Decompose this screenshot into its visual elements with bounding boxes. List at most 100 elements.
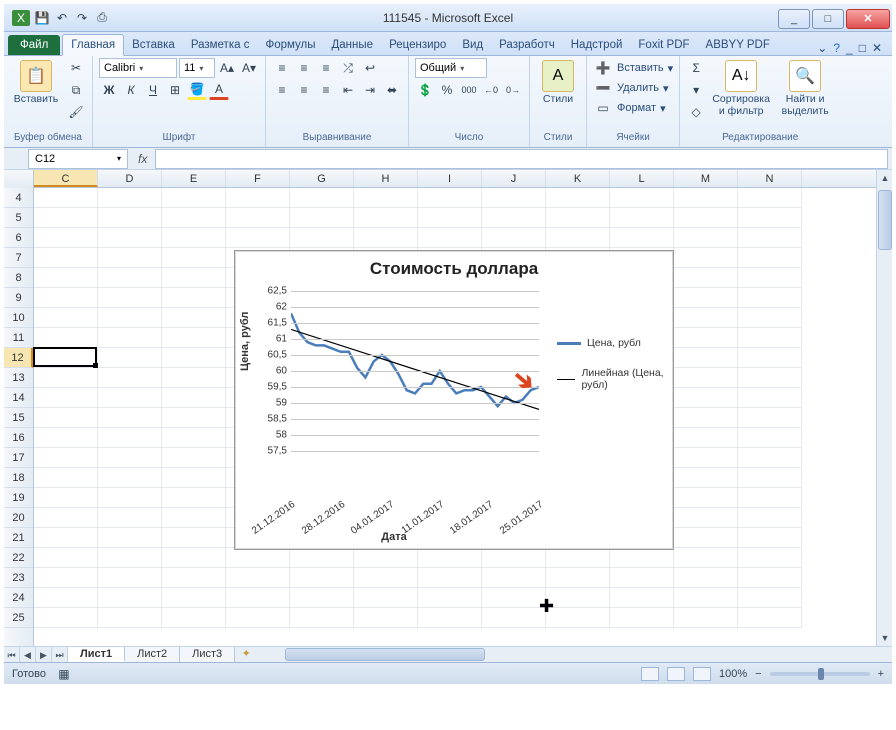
tab-file[interactable]: Файл — [8, 35, 60, 55]
horizontal-scrollbar[interactable] — [265, 647, 892, 662]
tab-home[interactable]: Главная — [62, 34, 124, 56]
border-icon[interactable]: ⊞ — [165, 80, 185, 100]
format-painter-icon[interactable]: 🖌 — [66, 102, 86, 122]
find-select-button[interactable]: 🔍 Найти и выделить — [776, 58, 834, 117]
col-header-H[interactable]: H — [354, 170, 418, 187]
name-box[interactable]: C12▾ — [28, 149, 128, 169]
row-header-15[interactable]: 15 — [4, 408, 33, 428]
tab-addins[interactable]: Надстрой — [563, 35, 631, 55]
col-header-J[interactable]: J — [482, 170, 546, 187]
tab-data[interactable]: Данные — [324, 35, 382, 55]
undo-icon[interactable]: ↶ — [54, 10, 70, 26]
autosum-icon[interactable]: Σ — [686, 58, 706, 78]
print-icon[interactable]: ⎙ — [94, 10, 110, 26]
doc-min-icon[interactable]: _ — [846, 41, 853, 55]
format-cells-button[interactable]: ▭Формат ▾ — [593, 98, 666, 118]
zoom-slider[interactable] — [770, 672, 870, 676]
zoom-in-button[interactable]: + — [878, 668, 884, 680]
underline-button[interactable]: Ч — [143, 80, 163, 100]
col-header-L[interactable]: L — [610, 170, 674, 187]
align-bottom-icon[interactable]: ≡ — [316, 58, 336, 78]
tab-insert[interactable]: Вставка — [124, 35, 183, 55]
insert-cells-button[interactable]: ➕Вставить ▾ — [593, 58, 673, 78]
tab-layout[interactable]: Разметка с — [183, 35, 258, 55]
row-header-21[interactable]: 21 — [4, 528, 33, 548]
indent-inc-icon[interactable]: ⇥ — [360, 80, 380, 100]
row-header-16[interactable]: 16 — [4, 428, 33, 448]
view-normal-icon[interactable] — [641, 667, 659, 681]
comma-icon[interactable]: 000 — [459, 80, 479, 100]
row-header-10[interactable]: 10 — [4, 308, 33, 328]
view-layout-icon[interactable] — [667, 667, 685, 681]
row-header-6[interactable]: 6 — [4, 228, 33, 248]
fill-color-icon[interactable]: 🪣 — [187, 80, 207, 100]
row-header-18[interactable]: 18 — [4, 468, 33, 488]
row-header-23[interactable]: 23 — [4, 568, 33, 588]
row-header-5[interactable]: 5 — [4, 208, 33, 228]
row-header-12[interactable]: 12 — [4, 348, 33, 368]
doc-close-icon[interactable]: ✕ — [872, 41, 882, 55]
merge-icon[interactable]: ⬌ — [382, 80, 402, 100]
tab-developer[interactable]: Разработч — [491, 35, 563, 55]
sheet-tab-2[interactable]: Лист2 — [125, 647, 180, 662]
minimize-ribbon-icon[interactable]: ⌄ — [817, 41, 827, 55]
col-header-N[interactable]: N — [738, 170, 802, 187]
row-header-14[interactable]: 14 — [4, 388, 33, 408]
row-header-20[interactable]: 20 — [4, 508, 33, 528]
grow-font-icon[interactable]: A▴ — [217, 58, 237, 78]
font-size-combo[interactable]: 11▾ — [179, 58, 215, 78]
col-header-F[interactable]: F — [226, 170, 290, 187]
tab-review[interactable]: Рецензиро — [381, 35, 454, 55]
row-header-9[interactable]: 9 — [4, 288, 33, 308]
cut-icon[interactable]: ✂ — [66, 58, 86, 78]
clear-icon[interactable]: ◇ — [686, 102, 706, 122]
col-header-E[interactable]: E — [162, 170, 226, 187]
font-name-combo[interactable]: Calibri▾ — [99, 58, 177, 78]
redo-icon[interactable]: ↷ — [74, 10, 90, 26]
decimal-dec-icon[interactable]: 0→ — [503, 80, 523, 100]
doc-max-icon[interactable]: □ — [859, 41, 866, 55]
scroll-down-icon[interactable]: ▼ — [878, 630, 892, 646]
row-header-13[interactable]: 13 — [4, 368, 33, 388]
tab-nav-last-icon[interactable]: ⏭ — [52, 647, 68, 662]
row-header-8[interactable]: 8 — [4, 268, 33, 288]
row-header-22[interactable]: 22 — [4, 548, 33, 568]
tab-foxit[interactable]: Foxit PDF — [630, 35, 697, 55]
vertical-scrollbar[interactable]: ▲ ▼ — [876, 170, 892, 646]
fx-icon[interactable]: fx — [130, 152, 155, 166]
align-left-icon[interactable]: ≡ — [272, 80, 292, 100]
tab-abbyy[interactable]: ABBYY PDF — [698, 35, 778, 55]
maximize-button[interactable]: □ — [812, 9, 844, 29]
align-top-icon[interactable]: ≡ — [272, 58, 292, 78]
spreadsheet-grid[interactable]: CDEFGHIJKLMN 456789101112131415161718192… — [4, 170, 892, 662]
row-header-17[interactable]: 17 — [4, 448, 33, 468]
sheet-tab-1[interactable]: Лист1 — [68, 647, 125, 662]
row-header-7[interactable]: 7 — [4, 248, 33, 268]
new-sheet-button[interactable]: ✦ — [235, 647, 257, 662]
copy-icon[interactable]: ⧉ — [66, 80, 86, 100]
col-header-C[interactable]: C — [34, 170, 98, 187]
col-header-G[interactable]: G — [290, 170, 354, 187]
delete-cells-button[interactable]: ➖Удалить ▾ — [593, 78, 669, 98]
minimize-button[interactable]: _ — [778, 9, 810, 29]
italic-button[interactable]: К — [121, 80, 141, 100]
row-header-4[interactable]: 4 — [4, 188, 33, 208]
macro-record-icon[interactable]: ▦ — [54, 664, 74, 684]
col-header-K[interactable]: K — [546, 170, 610, 187]
vscroll-thumb[interactable] — [878, 190, 892, 250]
tab-nav-next-icon[interactable]: ▶ — [36, 647, 52, 662]
font-color-icon[interactable]: A — [209, 80, 229, 100]
styles-button[interactable]: A Стили — [536, 58, 580, 106]
orientation-icon[interactable]: ⤮ — [338, 58, 358, 78]
save-icon[interactable]: 💾 — [34, 10, 50, 26]
indent-dec-icon[interactable]: ⇤ — [338, 80, 358, 100]
close-button[interactable]: ✕ — [846, 9, 890, 29]
bold-button[interactable]: Ж — [99, 80, 119, 100]
number-format-combo[interactable]: Общий▾ — [415, 58, 487, 78]
decimal-inc-icon[interactable]: ←0 — [481, 80, 501, 100]
paste-button[interactable]: 📋 Вставить — [10, 58, 62, 106]
row-header-19[interactable]: 19 — [4, 488, 33, 508]
percent-icon[interactable]: % — [437, 80, 457, 100]
sheet-tab-3[interactable]: Лист3 — [180, 647, 235, 662]
currency-icon[interactable]: 💲 — [415, 80, 435, 100]
